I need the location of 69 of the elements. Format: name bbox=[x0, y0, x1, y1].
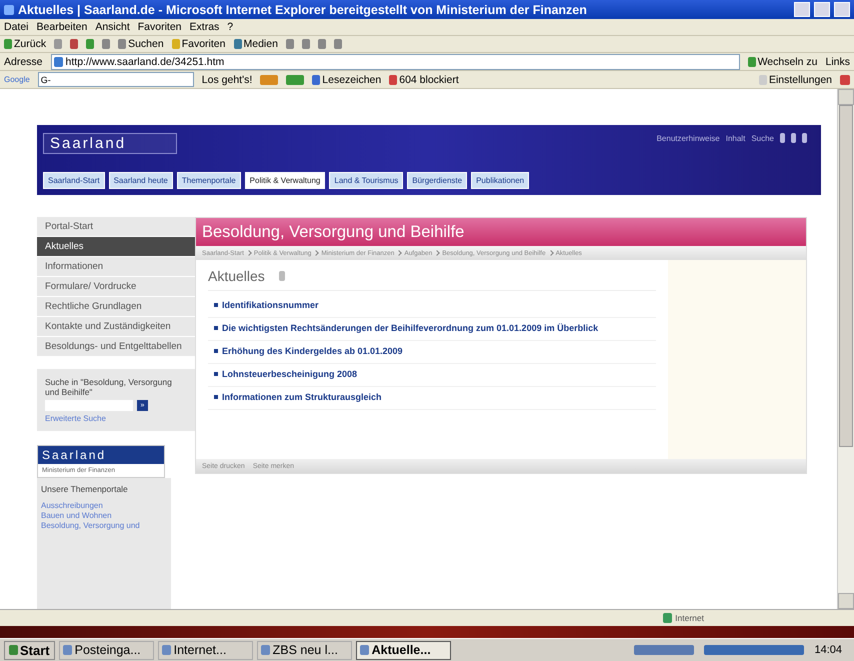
sidebar-item[interactable]: Informationen bbox=[37, 257, 195, 277]
header-link[interactable]: Benutzerhinweise bbox=[656, 134, 720, 142]
menu-item[interactable]: ? bbox=[227, 21, 234, 33]
news-link[interactable]: Erhöhung des Kindergeldes ab 01.01.2009 bbox=[222, 345, 403, 358]
maximize-button[interactable] bbox=[814, 2, 830, 17]
news-link[interactable]: Lohnsteuerbescheinigung 2008 bbox=[222, 368, 358, 381]
taskbar-button[interactable]: ZBS neu l... bbox=[256, 640, 352, 660]
scrollbar[interactable] bbox=[837, 89, 854, 609]
nav-tab[interactable]: Politik & Verwaltung bbox=[244, 172, 326, 189]
sidebar-item[interactable]: Aktuelles bbox=[37, 237, 195, 257]
menu-item[interactable]: Ansicht bbox=[95, 21, 130, 33]
section-heading: Aktuelles bbox=[208, 268, 265, 284]
bullet-icon bbox=[214, 303, 218, 307]
search-label: Suche in "Besoldung, Versorgung und Beihilfe" bbox=[45, 377, 173, 397]
settings-button[interactable]: Einstellungen bbox=[758, 74, 832, 86]
sidebar-item[interactable]: Portal-Start bbox=[37, 217, 195, 237]
nav-tab[interactable]: Themenportale bbox=[176, 172, 241, 189]
back-button[interactable]: Zurück bbox=[4, 38, 46, 50]
header-link[interactable]: Suche bbox=[751, 134, 774, 142]
sidebar-item[interactable]: Besoldungs- und Entgelttabellen bbox=[37, 337, 195, 357]
taskbar-button[interactable]: Internet... bbox=[158, 640, 253, 660]
nav-tab[interactable]: Bürgerdienste bbox=[407, 172, 468, 189]
bullet-icon bbox=[214, 395, 218, 399]
start-button[interactable]: Start bbox=[4, 640, 55, 660]
sidebar-item[interactable]: Formulare/ Vordrucke bbox=[37, 277, 195, 297]
clock: 14:04 bbox=[814, 644, 843, 656]
news-link[interactable]: Informationen zum Strukturausgleich bbox=[222, 391, 382, 404]
nav-tab[interactable]: Land & Tourismus bbox=[329, 172, 404, 189]
sidebar-item[interactable]: Kontakte und Zuständigkeiten bbox=[37, 317, 195, 337]
go-button[interactable]: Wechseln zu bbox=[748, 56, 818, 68]
favorites-button[interactable]: Favoriten bbox=[172, 38, 226, 50]
menu-item[interactable]: Extras bbox=[190, 21, 220, 33]
menu-item[interactable]: Datei bbox=[4, 21, 29, 33]
nav-tab[interactable]: Publikationen bbox=[471, 172, 530, 189]
address-label: Adresse bbox=[4, 56, 43, 68]
nav-tab[interactable]: Saarland-Start bbox=[43, 172, 105, 189]
window-title: Aktuelles | Saarland.de - Microsoft Internet Explorer bereitgestellt von Ministerium der Finanzen bbox=[18, 2, 588, 16]
news-link[interactable]: Identifikationsnummer bbox=[222, 299, 319, 312]
taskbar-button[interactable]: Posteinga... bbox=[58, 640, 154, 660]
search-button[interactable]: Suchen bbox=[118, 38, 164, 50]
menu-item[interactable]: Favoriten bbox=[138, 21, 182, 33]
address-field[interactable]: http://www.saarland.de/34251.htm bbox=[50, 54, 740, 70]
nav-tab[interactable]: Saarland heute bbox=[108, 172, 173, 189]
bullet-icon bbox=[214, 326, 218, 330]
page-title: Besoldung, Versorgung und Beihilfe bbox=[196, 218, 806, 246]
chevron-icon bbox=[434, 250, 440, 256]
chevron-icon bbox=[246, 250, 252, 256]
google-search-field[interactable]: G- bbox=[38, 72, 194, 87]
zone-label: Internet bbox=[663, 613, 704, 623]
chevron-icon bbox=[396, 250, 402, 256]
google-search-button[interactable]: Los geht's! bbox=[202, 74, 252, 86]
links-button[interactable]: Links bbox=[825, 56, 850, 68]
menu-item[interactable]: Bearbeiten bbox=[36, 21, 88, 33]
minimize-button[interactable] bbox=[794, 2, 810, 17]
portals-title: Unsere Themenportale bbox=[41, 484, 129, 494]
taskbar-button[interactable]: Aktuelle... bbox=[356, 640, 451, 660]
site-logo[interactable]: Saarland bbox=[43, 133, 177, 154]
google-logo: Google bbox=[4, 75, 30, 84]
logo-text: Saarland bbox=[38, 446, 164, 464]
popup-blocker-button[interactable]: 604 blockiert bbox=[389, 74, 459, 86]
header-link[interactable]: Inhalt bbox=[726, 134, 746, 142]
bullet-icon bbox=[214, 349, 218, 353]
bookmarks-button[interactable]: Lesezeichen bbox=[312, 74, 382, 86]
sidebar-item[interactable]: Rechtliche Grundlagen bbox=[37, 297, 195, 317]
close-button[interactable] bbox=[834, 2, 850, 17]
bullet-icon bbox=[214, 372, 218, 376]
chevron-icon bbox=[314, 250, 320, 256]
news-link[interactable]: Die wichtigsten Rechtsänderungen der Beihilfeverordnung zum 01.01.2009 im Überblick bbox=[222, 322, 598, 335]
media-button[interactable]: Medien bbox=[234, 38, 278, 50]
